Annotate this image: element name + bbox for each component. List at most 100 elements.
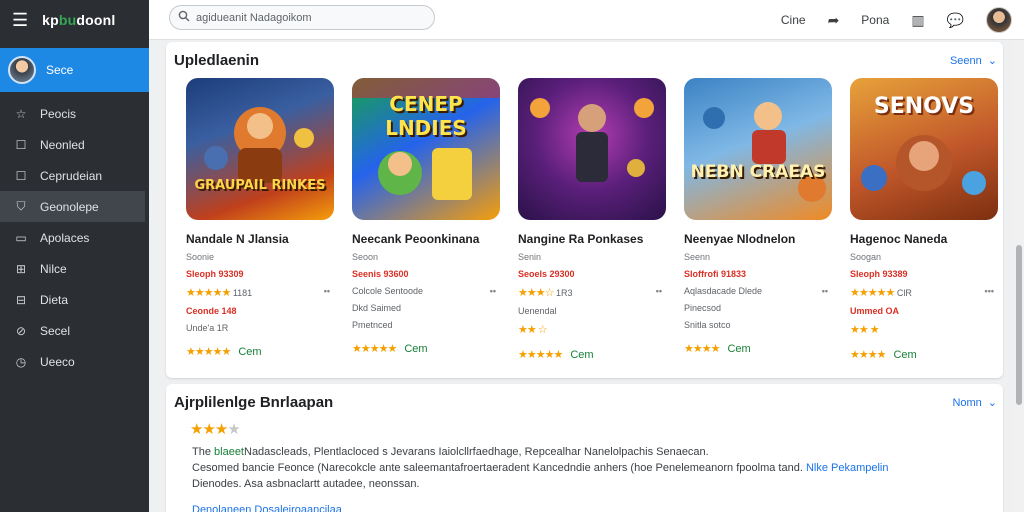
game-title: Neenyae Nlodnelon (684, 232, 796, 246)
scrollbar-thumb[interactable] (1016, 245, 1022, 405)
game-card[interactable]: SENOVS Hagenoc Naneda Soogan Sleoph 9338… (850, 78, 998, 361)
get-button[interactable]: Cem (727, 343, 750, 355)
game-art-text: NEBN CRAEAS (690, 162, 826, 182)
rect-icon: ▭ (15, 230, 27, 245)
rating-stars: ★★★★★ (352, 343, 397, 355)
chat-icon[interactable]: 💬 (947, 12, 964, 29)
featured-section: Upledlaenin Seenn ⌄ GRAUPAIL RINKES Nanda… (166, 42, 1003, 378)
sidebar-item-8[interactable]: ⊘ Secel (0, 315, 149, 346)
search-input[interactable] (196, 11, 416, 24)
rating-stars: ★★★★★ (518, 349, 563, 361)
square-icon: ☐ (15, 137, 27, 152)
more-options-icon[interactable]: •• (490, 286, 496, 296)
more-options-icon[interactable]: •• (656, 286, 662, 299)
sidebar-item-5[interactable]: ▭ Apolaces (0, 222, 149, 253)
rating-count: ClR (896, 288, 912, 298)
game-price: Sleoph 93309 (186, 269, 244, 279)
game-developer: Soogan (850, 252, 882, 262)
game-title: Hagenoc Naneda (850, 232, 948, 246)
game-detail: Aqlasdacade Dlede (684, 286, 763, 296)
get-button[interactable]: Cem (238, 346, 261, 358)
top-action-one[interactable]: Cine (781, 13, 806, 27)
game-price: Seoels 29300 (518, 269, 575, 279)
game-card[interactable]: Nangine Ra Ponkases Senin Seoels 29300 ★… (518, 78, 666, 361)
game-thumbnail[interactable]: GRAUPAIL RINKES (186, 78, 334, 220)
sidebar-item-7[interactable]: ⊟ Dieta (0, 284, 149, 315)
top-action-two[interactable]: Pona (861, 13, 889, 27)
shield-icon: ⛉ (16, 199, 26, 213)
rating-count: 1R3 (555, 288, 573, 298)
more-options-icon[interactable]: •• (822, 286, 828, 296)
game-detail: Uenendal (518, 306, 557, 316)
game-developer: Senin (518, 252, 542, 262)
game-art-text: GRAUPAIL RINKES (194, 178, 326, 193)
game-developer: Seenn (684, 252, 711, 262)
game-detail: Pinecsod (684, 303, 722, 313)
sidebar-item-6[interactable]: ⊞ Nilce (0, 253, 149, 284)
game-detail: Ummed OA (850, 306, 900, 316)
game-thumbnail[interactable]: NEBN CRAEAS (684, 78, 832, 220)
rating-stars: ★★★★ (850, 349, 886, 361)
game-detail: Colcole Sentoode (352, 286, 424, 296)
review-rating-stars: ★★★★ (190, 421, 241, 438)
section-title: Ajrplilenlge Bnrlaapan (174, 394, 334, 411)
get-button[interactable]: Cem (404, 343, 427, 355)
rating-stars: ★★★★★ (850, 287, 895, 299)
game-thumbnail[interactable]: CENEP LNDIES (352, 78, 500, 220)
game-price: Seenis 93600 (352, 269, 409, 279)
sidebar-profile[interactable]: Sece (0, 48, 149, 92)
grid-icon: ⊟ (15, 292, 27, 307)
menu-icon[interactable]: ☰ (12, 10, 28, 31)
profile-label: Sece (46, 63, 74, 77)
sidebar-item-4[interactable]: ⛉ Geonolepe (0, 191, 145, 222)
more-options-icon[interactable]: •• (324, 286, 330, 299)
game-price: Sloffrofi 91833 (684, 269, 747, 279)
app-logo[interactable]: kpbudoonl (42, 12, 115, 28)
sidebar-item-1[interactable]: ☆ Peocis (0, 98, 149, 129)
game-art-text: CENEP LNDIES (385, 92, 467, 140)
game-title: Neecank Peoonkinana (352, 232, 480, 246)
sidebar-item-3[interactable]: ☐ Ceprudeian (0, 160, 149, 191)
get-button[interactable]: Cem (570, 349, 593, 361)
grid-icon: ⊞ (15, 261, 27, 276)
game-title: Nangine Ra Ponkases (518, 232, 644, 246)
chevron-down-icon: ⌄ (987, 397, 997, 409)
sidebar-item-2[interactable]: ☐ Neonled (0, 129, 149, 160)
game-card[interactable]: NEBN CRAEAS Neenyae Nlodnelon Seenn Slof… (684, 78, 832, 361)
review-footer-link[interactable]: Denolaneen Dosaleiroaancilaa (192, 504, 342, 512)
rating-stars: ★★★★★ (186, 287, 231, 299)
more-options-icon[interactable]: ••• (985, 286, 994, 299)
review-inline-link[interactable]: Nlke Pekampelin (806, 462, 889, 474)
game-developer: Soonie (186, 252, 215, 262)
search-box[interactable] (169, 5, 435, 30)
rating-stars: ★★★★ (684, 343, 720, 355)
rating-count: 1181 (232, 288, 253, 298)
share-icon[interactable]: ➦ (828, 12, 840, 29)
top-bar: Cine ➦ Pona ▥ 💬 (149, 0, 1024, 40)
review-text: The blaeetNadascleads, Plentlacloced s J… (192, 446, 889, 490)
pin-icon: ⊘ (15, 323, 27, 338)
account-avatar[interactable] (986, 7, 1012, 33)
sidebar-header: ☰ kpbudoonl (0, 0, 149, 40)
library-icon[interactable]: ▥ (911, 12, 924, 29)
get-button[interactable]: Cem (893, 349, 916, 361)
more-link[interactable]: Nomn ⌄ (952, 396, 997, 410)
search-icon (178, 10, 190, 25)
game-developer: Seoon (352, 252, 379, 262)
game-price: Sleoph 93389 (850, 269, 908, 279)
section-title: Upledlaenin (174, 52, 260, 69)
sidebar: ☰ kpbudoonl Sece ☆ Peocis ☐ Neonled ☐ Cepru… (0, 0, 149, 512)
game-card[interactable]: CENEP LNDIES Neecank Peoonkinana Seoon S… (352, 78, 500, 361)
scrollbar[interactable] (1014, 40, 1024, 512)
game-thumbnail[interactable]: SENOVS (850, 78, 998, 220)
review-section: Ajrplilenlge Bnrlaapan Nomn ⌄ ★★★★ The bl… (166, 384, 1003, 512)
rating-stars: ★★★☆ (518, 287, 554, 299)
avatar (8, 56, 36, 84)
sidebar-item-9[interactable]: ◷ Ueeco (0, 346, 149, 377)
see-more-link[interactable]: Seenn ⌄ (950, 54, 997, 68)
game-title: Nandale N Jlansia (186, 232, 289, 246)
game-card[interactable]: GRAUPAIL RINKES Nandale N Jlansia Soonie… (186, 78, 334, 361)
game-thumbnail[interactable] (518, 78, 666, 220)
star-icon: ☆ (15, 106, 27, 121)
game-list: GRAUPAIL RINKES Nandale N Jlansia Soonie… (186, 78, 998, 361)
